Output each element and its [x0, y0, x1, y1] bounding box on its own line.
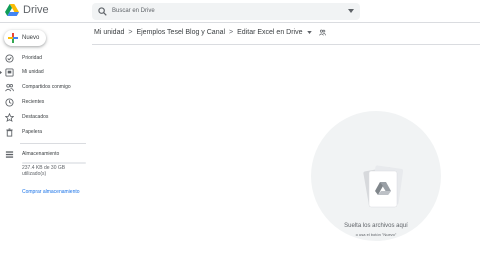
drop-zone-subtitle: o usa el botón "Nuevo" — [355, 232, 397, 237]
drive-logo-icon[interactable] — [5, 4, 19, 16]
sidebar-item-label: Compartidos conmigo — [22, 84, 71, 90]
search-icon[interactable] — [98, 7, 107, 16]
trash-icon — [6, 128, 13, 137]
storage-icon — [5, 151, 14, 158]
search-input[interactable]: Buscar en Drive — [112, 6, 155, 17]
clock-icon — [5, 98, 14, 107]
sidebar-item-label: Prioridad — [22, 55, 43, 61]
buy-storage-link[interactable]: Comprar almacenamiento — [22, 189, 80, 196]
sidebar-item-label: Recientes — [22, 99, 45, 105]
storage-usage-text: 237.4 KB de 30 GB utilizado(s) — [22, 165, 66, 177]
sidebar-item-label: Papelera — [22, 129, 43, 135]
plus-icon — [8, 33, 18, 43]
breadcrumb-item-examples-folder[interactable]: Ejemplos Tesel Blog y Canal — [136, 27, 225, 39]
search-box[interactable]: Buscar en Drive — [92, 3, 360, 20]
sidebar-divider — [20, 143, 86, 144]
sidebar-item-storage[interactable]: Almacenamiento — [0, 149, 90, 161]
app-name: Drive — [23, 4, 49, 16]
top-bar: Drive Buscar en Drive — [0, 0, 480, 23]
sidebar-item-label: Destacados — [22, 114, 49, 120]
breadcrumb: Mi unidad > Ejemplos Tesel Blog y Canal > Ed… — [94, 27, 327, 39]
drop-zone-title: Suelta los archivos aquí — [344, 223, 408, 229]
folder-menu-chevron-down-icon[interactable] — [307, 30, 313, 34]
chevron-right-icon: > — [229, 29, 234, 36]
sidebar-item-priority[interactable]: Prioridad — [0, 53, 90, 65]
expand-arrow-icon[interactable] — [0, 70, 2, 75]
shared-people-icon — [5, 83, 14, 92]
shared-folder-icon[interactable] — [319, 29, 327, 36]
header-divider — [92, 44, 480, 45]
new-button-label: Nuevo — [22, 35, 40, 41]
chevron-right-icon: > — [128, 29, 133, 36]
sidebar-item-starred[interactable]: Destacados — [0, 112, 90, 124]
storage-usage-bar — [22, 162, 86, 164]
star-icon — [5, 113, 14, 122]
breadcrumb-item-current-folder[interactable]: Editar Excel en Drive — [237, 27, 302, 39]
sidebar-item-label: Mi unidad — [22, 69, 44, 75]
sidebar-item-shared[interactable]: Compartidos conmigo — [0, 82, 90, 94]
search-options-icon[interactable] — [348, 9, 354, 13]
drop-files-illustration-icon — [363, 165, 403, 208]
new-button[interactable]: Nuevo — [4, 30, 46, 46]
sidebar-item-trash[interactable]: Papelera — [0, 127, 90, 139]
sidebar-item-label: Almacenamiento — [22, 151, 60, 157]
check-circle-icon — [5, 54, 14, 63]
sidebar-item-recent[interactable]: Recientes — [0, 97, 90, 109]
sidebar-item-my-drive[interactable]: Mi unidad — [0, 67, 90, 79]
my-drive-icon — [5, 68, 14, 77]
breadcrumb-item-my-drive[interactable]: Mi unidad — [94, 27, 124, 39]
